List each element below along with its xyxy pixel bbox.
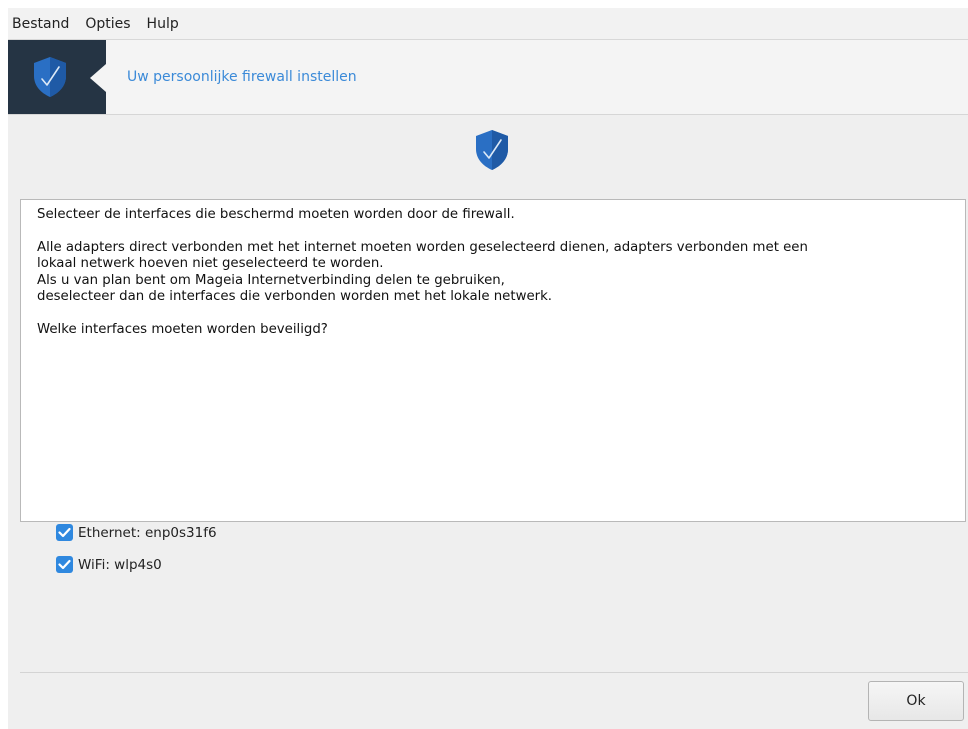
description-line: lokaal netwerk hoeven niet geselecteerd … [37, 256, 384, 272]
firewall-window: Bestand Opties Hulp Uw persoonlijke fire… [8, 8, 968, 729]
interface-ethernet-checkbox[interactable]: Ethernet: enp0s31f6 [56, 524, 217, 541]
shield-check-icon [474, 129, 510, 175]
intro-text: Selecteer de interfaces die beschermd mo… [37, 207, 515, 222]
checkbox-checked-icon[interactable] [56, 524, 73, 541]
header-banner: Uw persoonlijke firewall instellen [8, 40, 968, 115]
description-line: Als u van plan bent om Mageia Internetve… [37, 272, 505, 288]
footer-divider [20, 672, 968, 673]
description-line: Alle adapters direct verbonden met het i… [37, 239, 808, 255]
interface-label: WiFi: wlp4s0 [78, 556, 162, 573]
menubar: Bestand Opties Hulp [8, 8, 968, 40]
menu-opties[interactable]: Opties [77, 16, 138, 32]
shield-check-icon [32, 56, 68, 102]
interface-wifi-checkbox[interactable]: WiFi: wlp4s0 [56, 556, 162, 573]
ok-button[interactable]: Ok [868, 681, 964, 721]
description-panel: Selecteer de interfaces die beschermd mo… [20, 199, 966, 522]
page-title: Uw persoonlijke firewall instellen [127, 69, 357, 85]
menu-hulp[interactable]: Hulp [139, 16, 187, 32]
checkbox-checked-icon[interactable] [56, 556, 73, 573]
menu-bestand[interactable]: Bestand [8, 16, 77, 32]
banner-icon-area [8, 40, 106, 114]
banner-notch [90, 64, 106, 92]
description-line: deselecteer dan de interfaces die verbon… [37, 289, 553, 305]
question-text: Welke interfaces moeten worden beveiligd… [37, 321, 328, 337]
interface-label: Ethernet: enp0s31f6 [78, 524, 217, 541]
